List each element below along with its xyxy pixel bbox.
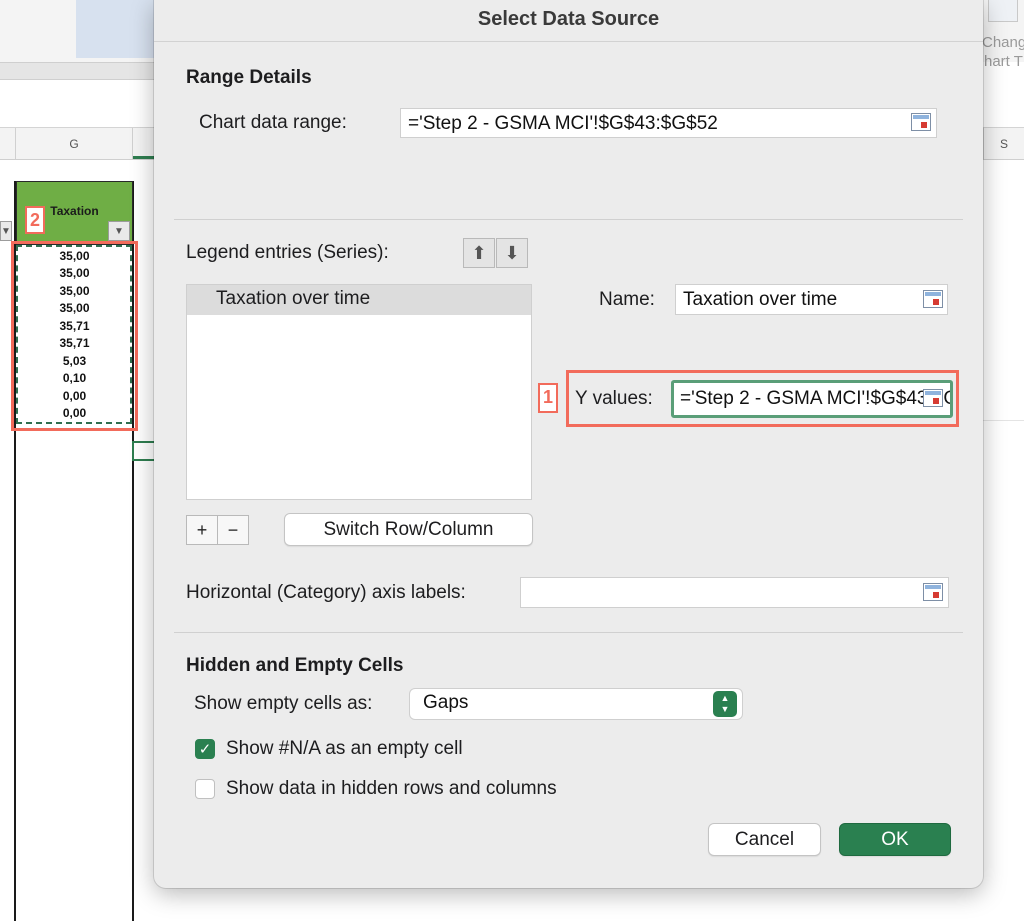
category-collapse-icon[interactable] xyxy=(923,583,943,601)
name-collapse-icon[interactable] xyxy=(923,290,943,308)
divider xyxy=(174,632,963,633)
annotation-tag-2: 2 xyxy=(25,206,45,234)
move-series-down-button[interactable]: ⬇ xyxy=(496,238,528,268)
up-arrow-icon: ⬆ xyxy=(471,243,487,263)
chart-data-range-input[interactable]: ='Step 2 - GSMA MCI'!$G$43:$G$52 xyxy=(400,108,937,138)
checkmark-icon: ✓ xyxy=(198,741,212,758)
ribbon-change-label[interactable]: Chang xyxy=(982,33,1024,52)
plus-icon: + xyxy=(196,520,208,540)
taxation-value-cell[interactable]: 35,00 xyxy=(16,300,133,317)
select-arrows-icon[interactable]: ▲ ▼ xyxy=(713,691,737,717)
taxation-value-cell[interactable]: 35,00 xyxy=(16,265,133,282)
show-hidden-label[interactable]: Show data in hidden rows and columns xyxy=(226,778,557,800)
annotation-tag-1: 1 xyxy=(538,383,558,413)
category-axis-labels-input[interactable] xyxy=(520,577,949,608)
show-na-label[interactable]: Show #N/A as an empty cell xyxy=(226,738,463,760)
taxation-value-cell[interactable]: 0,00 xyxy=(16,405,133,422)
legend-series-list[interactable] xyxy=(186,284,532,500)
series-name-value: Taxation over time xyxy=(683,289,838,310)
legend-entries-label: Legend entries (Series): xyxy=(186,242,389,263)
hidden-empty-heading: Hidden and Empty Cells xyxy=(186,655,404,676)
show-empty-cells-label: Show empty cells as: xyxy=(194,693,373,714)
down-arrow-icon: ⬇ xyxy=(504,243,520,263)
taxation-value-cell[interactable]: 35,00 xyxy=(16,248,133,265)
series-name-label: Name: xyxy=(599,289,655,310)
taxation-value-cell[interactable]: 35,71 xyxy=(16,335,133,352)
taxation-value-cell[interactable]: 0,00 xyxy=(16,388,133,405)
y-values-input[interactable]: ='Step 2 - GSMA MCI'!$G$43:$G$52 xyxy=(671,380,953,418)
ribbon-bottom-band xyxy=(0,62,160,80)
y-values-label: Y values: xyxy=(575,388,653,409)
column-header-s[interactable]: S xyxy=(983,128,1024,160)
range-details-heading: Range Details xyxy=(186,67,312,88)
taxation-value-cell[interactable]: 35,00 xyxy=(16,283,133,300)
column-selection-marker xyxy=(133,156,154,159)
add-series-button[interactable]: + xyxy=(186,515,218,545)
show-empty-cells-value: Gaps xyxy=(423,692,469,713)
taxation-value-cell[interactable]: 0,10 xyxy=(16,370,133,387)
column-header-g[interactable]: G xyxy=(16,128,133,160)
move-series-up-button[interactable]: ⬆ xyxy=(463,238,495,268)
y-values-collapse-icon[interactable] xyxy=(923,389,943,407)
taxation-value-cell[interactable]: 35,71 xyxy=(16,318,133,335)
ribbon-chart-type-label[interactable]: hart T xyxy=(984,52,1023,71)
cancel-button[interactable]: Cancel xyxy=(708,823,821,856)
series-name-input[interactable]: Taxation over time xyxy=(675,284,948,315)
grid-line xyxy=(983,420,1024,421)
show-na-checkbox[interactable]: ✓ xyxy=(195,739,215,759)
remove-series-button[interactable]: − xyxy=(217,515,249,545)
filter-dropdown-icon[interactable]: ▼ xyxy=(0,221,12,241)
filter-dropdown-icon[interactable]: ▼ xyxy=(108,221,130,241)
minus-icon: − xyxy=(227,520,239,540)
chart-data-range-value: ='Step 2 - GSMA MCI'!$G$43:$G$52 xyxy=(408,113,718,134)
range-collapse-icon[interactable] xyxy=(911,113,931,131)
column-header-f[interactable] xyxy=(0,128,16,160)
category-axis-labels-label: Horizontal (Category) axis labels: xyxy=(186,582,466,603)
legend-series-item-label[interactable]: Taxation over time xyxy=(216,288,370,310)
change-chart-type-icon[interactable] xyxy=(988,0,1018,22)
switch-row-column-button[interactable]: Switch Row/Column xyxy=(284,513,533,546)
ok-button[interactable]: OK xyxy=(839,823,951,856)
divider xyxy=(174,219,963,220)
y-values-value: ='Step 2 - GSMA MCI'!$G$43:$G$52 xyxy=(680,388,950,409)
ribbon-selected-area xyxy=(76,0,160,58)
chart-data-range-label: Chart data range: xyxy=(199,112,347,133)
taxation-value-cell[interactable]: 5,03 xyxy=(16,353,133,370)
dialog-title: Select Data Source xyxy=(477,8,660,30)
show-hidden-checkbox[interactable] xyxy=(195,779,215,799)
